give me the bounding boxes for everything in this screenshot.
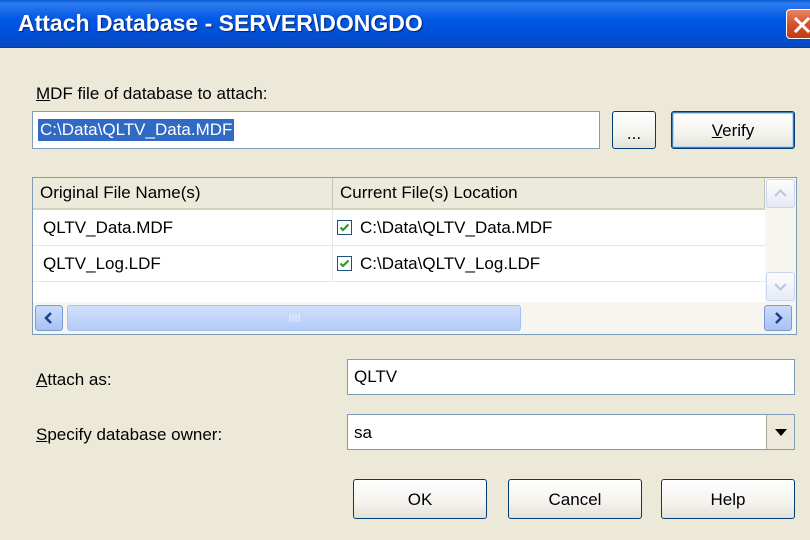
cancel-button[interactable]: Cancel (508, 479, 642, 519)
title-bar[interactable]: Attach Database - SERVER\DONGDO (0, 0, 810, 48)
current-file-location: C:\Data\QLTV_Log.LDF (360, 254, 541, 273)
attach-as-value: QLTV (354, 367, 398, 386)
arrow-right-icon (775, 312, 783, 324)
browse-button[interactable]: ... (612, 111, 656, 149)
owner-select[interactable]: sa (347, 414, 795, 450)
location-checkbox[interactable] (337, 220, 352, 235)
scroll-right-button[interactable] (764, 305, 792, 331)
arrow-down-icon (774, 283, 787, 291)
current-file-location: C:\Data\QLTV_Data.MDF (360, 218, 553, 237)
mdf-path-input[interactable]: C:\Data\QLTV_Data.MDF (32, 111, 600, 149)
window-title: Attach Database - SERVER\DONGDO (18, 10, 423, 36)
location-checkbox[interactable] (337, 256, 352, 271)
horizontal-scrollbar[interactable] (33, 302, 796, 334)
grip-icon (289, 314, 300, 322)
file-location-cell: C:\Data\QLTV_Log.LDF (333, 246, 765, 282)
scroll-thumb[interactable] (67, 305, 521, 331)
arrow-left-icon (44, 312, 52, 324)
chevron-down-icon (775, 429, 787, 436)
ok-button[interactable]: OK (353, 479, 487, 519)
close-button[interactable] (786, 9, 810, 39)
file-location-cell: C:\Data\QLTV_Data.MDF (333, 210, 765, 246)
attach-as-label: Attach as: (36, 370, 112, 389)
original-file-name: QLTV_Data.MDF (33, 210, 333, 246)
scroll-down-button[interactable] (766, 272, 795, 301)
grid-header: Original File Name(s) Current File(s) Lo… (33, 178, 765, 210)
help-button[interactable]: Help (661, 479, 795, 519)
vertical-scrollbar[interactable] (765, 178, 796, 302)
column-header-location[interactable]: Current File(s) Location (333, 178, 765, 208)
owner-label: Specify database owner: (36, 425, 223, 444)
table-row[interactable]: QLTV_Log.LDF C:\Data\QLTV_Log.LDF (33, 246, 765, 282)
owner-dropdown-button[interactable] (766, 415, 794, 449)
mdf-label: MDF file of database to attach: (36, 84, 268, 103)
scroll-left-button[interactable] (35, 305, 63, 331)
arrow-up-icon (774, 189, 787, 197)
files-grid[interactable]: Original File Name(s) Current File(s) Lo… (32, 177, 797, 335)
owner-value: sa (354, 423, 372, 442)
column-header-original[interactable]: Original File Name(s) (33, 178, 333, 208)
table-row[interactable]: QLTV_Data.MDF C:\Data\QLTV_Data.MDF (33, 210, 765, 246)
mdf-path-value: C:\Data\QLTV_Data.MDF (38, 119, 235, 141)
attach-as-input[interactable]: QLTV (347, 359, 795, 395)
close-icon (793, 16, 810, 34)
scroll-up-button[interactable] (766, 179, 795, 208)
check-icon (339, 259, 350, 268)
original-file-name: QLTV_Log.LDF (33, 246, 333, 282)
check-icon (339, 223, 350, 232)
verify-button[interactable]: Verify (671, 111, 795, 149)
